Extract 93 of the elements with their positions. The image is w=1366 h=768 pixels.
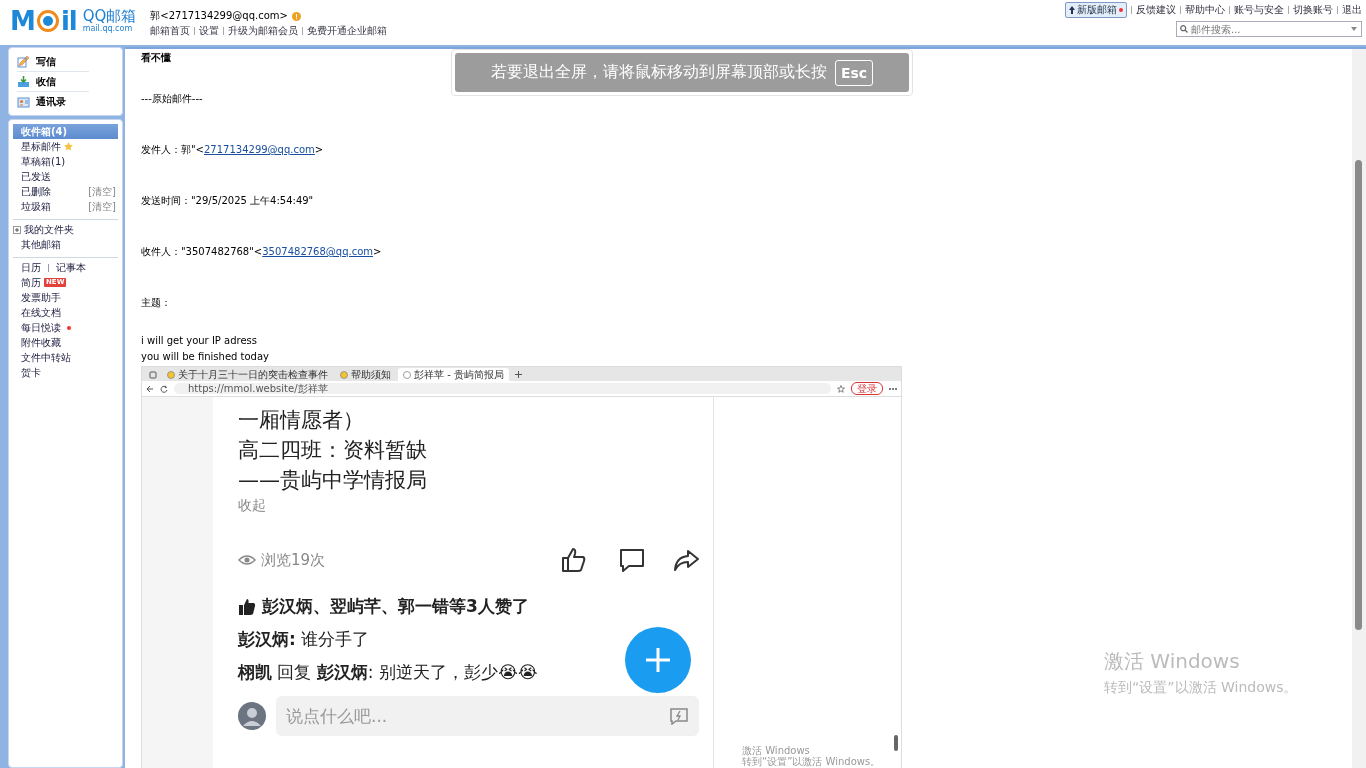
tool-link[interactable]: 日历 (21, 260, 41, 275)
scrollbar-thumb[interactable] (894, 735, 898, 751)
contact-card-icon (17, 95, 30, 109)
tool-link[interactable]: 附件收藏 (21, 335, 61, 350)
email-link[interactable]: 3507482768@qq.com (262, 246, 374, 257)
mail-line: you will be finished today (141, 350, 270, 364)
thumbs-up-icon (561, 547, 587, 573)
dropdown-caret-icon (1351, 27, 1357, 31)
likes-text: 彭汉炳、翌屿芊、郭一错等3人赞了 (262, 595, 529, 618)
eye-icon (238, 554, 256, 566)
notification-dot-icon (1119, 8, 1123, 12)
address-bar[interactable]: https://mmol.website/彭祥苹 (174, 383, 831, 394)
back-arrow-icon (146, 384, 154, 393)
up-arrow-icon (1069, 6, 1075, 14)
email-link[interactable]: 2717134299@qq.com (204, 144, 315, 155)
activation-title: 激活 Windows (1104, 648, 1241, 675)
logo-letter: il (60, 8, 77, 34)
folder-item[interactable]: 星标邮件 (13, 139, 118, 154)
window-menu-icon (149, 371, 157, 379)
share-icon (673, 549, 699, 571)
mail-line: 主题： (141, 296, 172, 309)
post-text: 一厢情愿者） (238, 407, 365, 434)
activation-hint: 转到“设置”以激活 Windows。 (742, 756, 881, 767)
tool-link[interactable]: 发票助手 (21, 290, 61, 305)
header-link[interactable]: 免费开通企业邮箱 (307, 24, 388, 38)
new-version-button[interactable]: 新版邮箱 (1065, 2, 1127, 18)
search-icon (1180, 25, 1188, 33)
account-name: 郭<2717134299@qq.com> (150, 9, 288, 23)
collapse-link[interactable]: 收起 (238, 497, 699, 515)
logo-title: QQ邮箱 (82, 8, 137, 24)
post-text: ——贵屿中学情报局 (238, 467, 428, 494)
folder-item[interactable]: 草稿箱(1) (13, 154, 118, 169)
plus-icon (644, 646, 672, 674)
comment-field[interactable]: 说点什么吧... (276, 696, 699, 736)
top-link[interactable]: 退出 (1342, 3, 1362, 17)
header-link[interactable]: 邮箱首页 (150, 24, 191, 38)
folder-item[interactable]: 已发送 (13, 169, 118, 184)
star-icon (837, 384, 845, 393)
activation-title: 激活 Windows (742, 745, 811, 756)
comment-icon (619, 548, 645, 572)
logo-letter: M (10, 8, 35, 34)
refresh-icon (160, 384, 168, 393)
download-tray-icon (17, 75, 30, 88)
pencil-icon (17, 55, 30, 68)
header-link[interactable]: 升级为邮箱会员 (228, 24, 299, 38)
mail-line: 看不懂 (141, 51, 172, 64)
tool-link[interactable]: 记事本 (56, 260, 86, 275)
toggle-box-icon[interactable] (13, 225, 21, 234)
site-icon (167, 370, 175, 379)
plus-icon (514, 371, 522, 378)
browser-tab[interactable]: 彭祥苹 - 贵屿简报局 (398, 368, 509, 381)
tool-link[interactable]: 每日悦读 (21, 320, 61, 335)
sidebar-action[interactable]: 通讯录 (17, 92, 89, 112)
tool-link[interactable]: 简历 (21, 275, 41, 290)
notice-text: 若要退出全屏，请将鼠标移动到屏幕顶部或长按 (490, 62, 827, 83)
view-count: 浏览19次 (261, 550, 326, 570)
top-link[interactable]: 切换账号 (1293, 3, 1333, 17)
mail-line: 发送时间："29/5/2025 上午4:54:49" (141, 194, 315, 207)
tool-link[interactable]: 文件中转站 (21, 350, 71, 365)
activation-hint: 转到“设置”以激活 Windows。 (1104, 679, 1298, 697)
search-field[interactable]: 邮件搜索... (1176, 21, 1362, 37)
site-icon (340, 370, 348, 379)
logo-domain: mail.qq.com (82, 24, 134, 34)
site-icon (403, 370, 411, 379)
folder-group-item[interactable]: 我的文件夹 (24, 222, 74, 237)
mail-line: i will get your IP adress (141, 334, 258, 348)
sidebar-action[interactable]: 写信 (17, 52, 89, 72)
notification-dot-icon (67, 325, 71, 330)
header-link[interactable]: 设置 (199, 24, 220, 38)
star-icon (64, 142, 73, 151)
comment-text: 栩凯 回复 彭汉炳: 别逆天了，彭少😭😭 (238, 661, 539, 684)
comment-text: 彭汉炳: 谁分手了 (238, 628, 371, 651)
post-text: 高二四班：资料暂缺 (238, 437, 428, 464)
browser-tab[interactable]: 关于十月三十一日的突击检查事件 (162, 368, 333, 381)
warning-icon (291, 11, 301, 21)
mail-line: ---原始邮件--- (141, 92, 204, 105)
top-link[interactable]: 反馈建议 (1136, 3, 1176, 17)
esc-key: Esc (834, 59, 874, 86)
top-link[interactable]: 帮助中心 (1185, 3, 1225, 17)
folder-item[interactable]: 其他邮箱 (13, 237, 118, 252)
sidebar-action[interactable]: 收信 (17, 72, 89, 92)
thumbs-up-icon (238, 597, 256, 616)
folder-item[interactable]: 已删除 [清空] (13, 184, 118, 199)
more-icon (889, 386, 897, 391)
top-link[interactable]: 账号与安全 (1234, 3, 1284, 17)
tool-link[interactable]: 贺卡 (21, 365, 41, 380)
scrollbar[interactable] (1352, 49, 1366, 768)
folder-item[interactable]: 垃圾箱 [清空] (13, 199, 118, 214)
tool-link[interactable]: 在线文档 (21, 305, 61, 320)
feedback-icon (669, 707, 689, 725)
login-button[interactable]: 登录 (851, 382, 883, 395)
avatar-icon (238, 702, 266, 730)
browser-tab[interactable]: 帮助须知 (335, 368, 396, 381)
